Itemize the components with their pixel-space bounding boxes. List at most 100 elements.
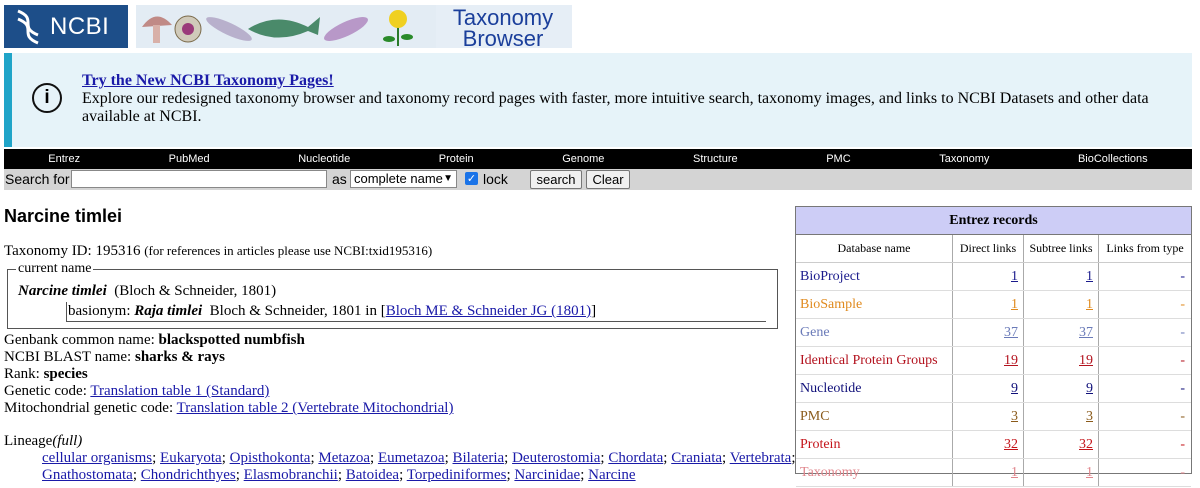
nav-taxonomy[interactable]: Taxonomy xyxy=(939,153,989,165)
taxonomy-banner[interactable]: Taxonomy Browser xyxy=(136,5,572,48)
lineage-link[interactable]: Metazoa xyxy=(318,450,370,466)
lineage-link[interactable]: Craniata xyxy=(671,450,722,466)
nav-nucleotide[interactable]: Nucleotide xyxy=(298,153,350,165)
lineage-link[interactable]: Bilateria xyxy=(453,450,505,466)
genbank-value: blackspotted numbfish xyxy=(158,332,305,348)
direct-links-count[interactable]: 9 xyxy=(1011,381,1018,397)
database-link-cell: Nucleotide xyxy=(796,375,953,402)
subtree-links-count-cell: 1 xyxy=(1024,291,1099,318)
subtree-links-count[interactable]: 1 xyxy=(1086,269,1093,285)
direct-links-count[interactable]: 32 xyxy=(1004,437,1018,453)
col-subtree-links: Subtree links xyxy=(1024,235,1099,262)
nav-genome[interactable]: Genome xyxy=(562,153,604,165)
genetic-code-line: Genetic code: Translation table 1 (Stand… xyxy=(4,383,269,400)
direct-links-count[interactable]: 19 xyxy=(1004,353,1018,369)
lineage-link[interactable]: Eukaryota xyxy=(160,450,222,466)
nav-entrez[interactable]: Entrez xyxy=(48,153,80,165)
database-link-cell: Gene xyxy=(796,319,953,346)
subtree-links-count[interactable]: 32 xyxy=(1079,437,1093,453)
lineage-link[interactable]: Vertebrata xyxy=(730,450,792,466)
database-link[interactable]: PMC xyxy=(800,409,830,425)
current-authority: (Bloch & Schneider, 1801) xyxy=(114,283,277,299)
lineage-list: cellular organisms; Eukaryota; Opisthoko… xyxy=(42,450,802,484)
lineage-label: Lineage xyxy=(4,433,53,449)
ncbi-logo[interactable]: NCBI xyxy=(4,5,128,48)
new-pages-link[interactable]: Try the New NCBI Taxonomy Pages! xyxy=(82,72,334,90)
direct-links-count[interactable]: 37 xyxy=(1004,325,1018,341)
nav-pmc[interactable]: PMC xyxy=(826,153,850,165)
header: NCBI Taxonomy Browser xyxy=(0,0,1200,52)
entrez-row: Protein 32 32 - xyxy=(796,431,1191,459)
lineage-link[interactable]: Eumetazoa xyxy=(378,450,445,466)
lineage-link[interactable]: Deuterostomia xyxy=(512,450,600,466)
clear-button[interactable]: Clear xyxy=(586,170,630,189)
current-name-line: Narcine timlei (Bloch & Schneider, 1801) xyxy=(18,283,276,300)
new-pages-notice: i Try the New NCBI Taxonomy Pages! Explo… xyxy=(4,53,1192,147)
subtree-links-count[interactable]: 1 xyxy=(1086,465,1093,481)
nav-pubmed[interactable]: PubMed xyxy=(169,153,210,165)
col-direct-links: Direct links xyxy=(953,235,1024,262)
genetic-code-link[interactable]: Translation table 1 (Standard) xyxy=(90,383,269,399)
lineage-full-link[interactable]: (full) xyxy=(52,433,82,449)
lineage-link[interactable]: Narcinidae xyxy=(514,467,580,483)
nav-biocollections[interactable]: BioCollections xyxy=(1078,153,1148,165)
lineage-link[interactable]: Torpediniformes xyxy=(407,467,507,483)
direct-links-count[interactable]: 1 xyxy=(1011,465,1018,481)
nav-structure[interactable]: Structure xyxy=(693,153,738,165)
direct-links-count-cell: 37 xyxy=(953,319,1024,346)
lineage-link[interactable]: Gnathostomata xyxy=(42,467,133,483)
database-link[interactable]: Protein xyxy=(800,437,840,453)
lineage-link[interactable]: Chondrichthyes xyxy=(141,467,236,483)
subtree-links-count[interactable]: 9 xyxy=(1086,381,1093,397)
nav-protein[interactable]: Protein xyxy=(439,153,474,165)
subtree-links-count[interactable]: 3 xyxy=(1086,409,1093,425)
lineage-link[interactable]: Opisthokonta xyxy=(230,450,311,466)
banner-title: Taxonomy Browser xyxy=(436,7,570,49)
lineage-heading: Lineage(full) xyxy=(4,433,82,450)
subtree-links-count[interactable]: 19 xyxy=(1079,353,1093,369)
database-link[interactable]: Gene xyxy=(800,325,830,341)
lineage-link[interactable]: Narcine xyxy=(588,467,635,483)
subtree-links-count[interactable]: 37 xyxy=(1079,325,1093,341)
entrez-nav: Entrez PubMed Nucleotide Protein Genome … xyxy=(4,149,1192,169)
database-link[interactable]: BioProject xyxy=(800,269,860,285)
search-mode-select[interactable]: complete name ▼ xyxy=(350,170,457,188)
links-from-type-value: - xyxy=(1180,464,1185,480)
search-bar: Search for as complete name ▼ ✓ lock sea… xyxy=(4,169,1192,190)
direct-links-count[interactable]: 1 xyxy=(1011,269,1018,285)
direct-links-count-cell: 1 xyxy=(953,263,1024,290)
lock-checkbox[interactable]: ✓ xyxy=(465,172,478,185)
as-label: as xyxy=(332,171,347,187)
page-title: Narcine timlei xyxy=(4,206,123,226)
direct-links-count[interactable]: 3 xyxy=(1011,409,1018,425)
database-link[interactable]: Taxonomy xyxy=(800,465,860,481)
database-link[interactable]: Nucleotide xyxy=(800,381,861,397)
lineage-link[interactable]: Elasmobranchii xyxy=(244,467,338,483)
links-from-type-value: - xyxy=(1180,380,1185,396)
entrez-row: Taxonomy 1 1 - xyxy=(796,459,1191,487)
lineage-link[interactable]: Batoidea xyxy=(346,467,399,483)
direct-links-count[interactable]: 1 xyxy=(1011,297,1018,313)
lineage-separator: ; xyxy=(444,450,453,466)
database-link-cell: PMC xyxy=(796,403,953,430)
database-link[interactable]: Identical Protein Groups xyxy=(800,353,938,369)
mito-code-link[interactable]: Translation table 2 (Vertebrate Mitochon… xyxy=(177,400,454,416)
search-button[interactable]: search xyxy=(530,170,582,189)
database-link-cell: BioProject xyxy=(796,263,953,290)
lineage-link[interactable]: cellular organisms xyxy=(42,450,152,466)
genetic-code-label: Genetic code: xyxy=(4,383,87,399)
dna-helix-icon xyxy=(17,9,39,44)
lineage-link[interactable]: Chordata xyxy=(608,450,663,466)
links-from-type-value-cell: - xyxy=(1099,431,1191,458)
basionym-reference-link[interactable]: Bloch ME & Schneider JG (1801) xyxy=(386,303,591,319)
subtree-links-count[interactable]: 1 xyxy=(1086,297,1093,313)
current-name-legend: current name xyxy=(18,261,92,276)
links-from-type-value-cell: - xyxy=(1099,375,1191,402)
links-from-type-value: - xyxy=(1180,324,1185,340)
links-from-type-value-cell: - xyxy=(1099,319,1191,346)
database-link[interactable]: BioSample xyxy=(800,297,862,313)
search-input[interactable] xyxy=(71,170,327,188)
lineage-separator: ; xyxy=(370,450,378,466)
taxonomy-id-line: Taxonomy ID: 195316 (for references in a… xyxy=(4,243,432,260)
cell-icon xyxy=(174,15,202,43)
